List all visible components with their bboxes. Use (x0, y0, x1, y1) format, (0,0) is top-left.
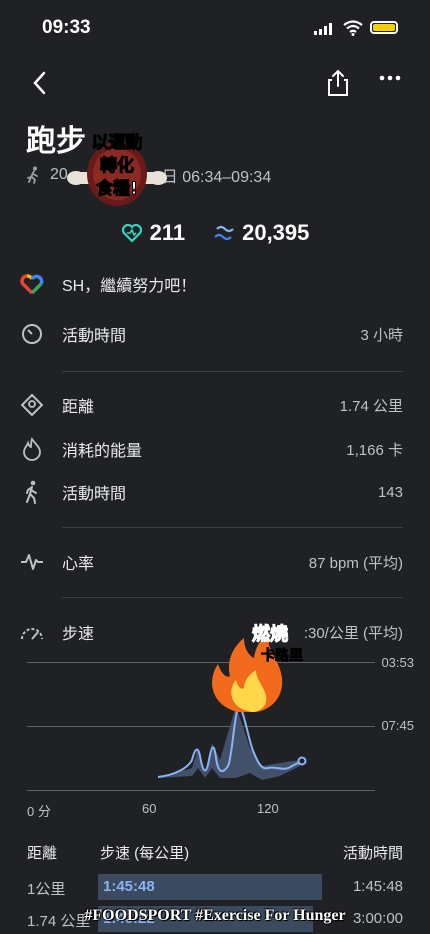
svg-text:以運動: 以運動 (92, 132, 143, 153)
status-bar: 09:33 (0, 0, 430, 56)
distance-row[interactable]: 距離 1.74 公里 (0, 385, 430, 425)
heart-rate-value: 87 bpm (平均) (308, 554, 403, 572)
back-arrow-icon[interactable] (30, 70, 50, 96)
split-time: 1:45:48 (352, 878, 403, 895)
col-distance: 距離 (27, 845, 58, 862)
motivation-text: SH，繼續努力吧！ (62, 278, 197, 295)
walking-icon (20, 480, 44, 504)
distance-icon (20, 393, 44, 417)
wifi-icon (343, 20, 363, 36)
active-time-row[interactable]: 活動時間 3 小時 (0, 314, 430, 354)
move-minutes-value: 143 (377, 483, 403, 501)
active-time-value: 3 小時 (360, 326, 403, 344)
pace-end-point (297, 756, 307, 766)
top-app-bar (0, 64, 430, 104)
running-icon (27, 166, 38, 184)
heart-rate-label: 心率 (62, 556, 95, 573)
svg-text:卡路里: 卡路里 (261, 647, 303, 664)
timer-icon (20, 322, 44, 346)
divider (62, 597, 403, 598)
move-minutes-row[interactable]: 活動時間 143 (0, 472, 430, 512)
energy-label: 消耗的能量 (62, 443, 143, 460)
heart-points-icon (121, 223, 142, 243)
svg-text:轉化: 轉化 (100, 155, 134, 176)
motivation-row: SH，繼續努力吧！ (0, 264, 430, 304)
flame-icon (20, 437, 44, 461)
speedometer-icon (20, 620, 44, 644)
burn-calories-sticker: 燃燒 卡路里 (212, 623, 303, 712)
battery-icon (370, 21, 398, 34)
heart-rate-row[interactable]: 心率 87 bpm (平均) (0, 542, 430, 582)
exercise-sticker-logo: 以運動 轉化 食糧! (67, 132, 167, 206)
table-row: 1公里 1:45:48 1:45:48 (0, 874, 430, 902)
share-icon[interactable] (326, 68, 350, 98)
watermark-caption: #FOODSPORT #Exercise For Hunger (84, 907, 346, 924)
move-minutes-label: 活動時間 (62, 486, 127, 503)
split-distance: 1公里 (27, 881, 66, 898)
active-time-label: 活動時間 (62, 328, 127, 345)
pace-value: :30/公里 (平均) (303, 624, 403, 642)
split-pace: 1:45:48 (103, 878, 155, 895)
date-time-range: 日 06:34–09:34 (161, 169, 272, 186)
heart-points-metric: 211 (121, 220, 186, 246)
divider (62, 527, 403, 528)
col-pace: 步速 (每公里) (100, 845, 190, 862)
google-fit-icon (20, 272, 44, 296)
heart-rate-icon (20, 550, 44, 574)
cellular-signal-icon (314, 23, 332, 35)
energy-row[interactable]: 消耗的能量 1,166 卡 (0, 429, 430, 469)
col-time: 活動時間 (342, 845, 403, 862)
steps-icon (214, 225, 234, 241)
svg-text:食糧!: 食糧! (96, 178, 138, 199)
distance-label: 距離 (62, 399, 95, 416)
energy-value: 1,166 卡 (346, 441, 403, 459)
steps-metric: 20,395 (213, 220, 309, 246)
steps-value: 20,395 (242, 220, 310, 245)
distance-value: 1.74 公里 (339, 397, 403, 415)
heart-points-value: 211 (149, 220, 186, 245)
more-options-icon[interactable] (378, 74, 402, 82)
divider (62, 371, 403, 372)
svg-text:燃燒: 燃燒 (252, 623, 288, 645)
summary-metrics: 211 20,395 (0, 218, 430, 248)
status-time: 09:33 (42, 17, 91, 38)
pace-label: 步速 (62, 626, 95, 643)
